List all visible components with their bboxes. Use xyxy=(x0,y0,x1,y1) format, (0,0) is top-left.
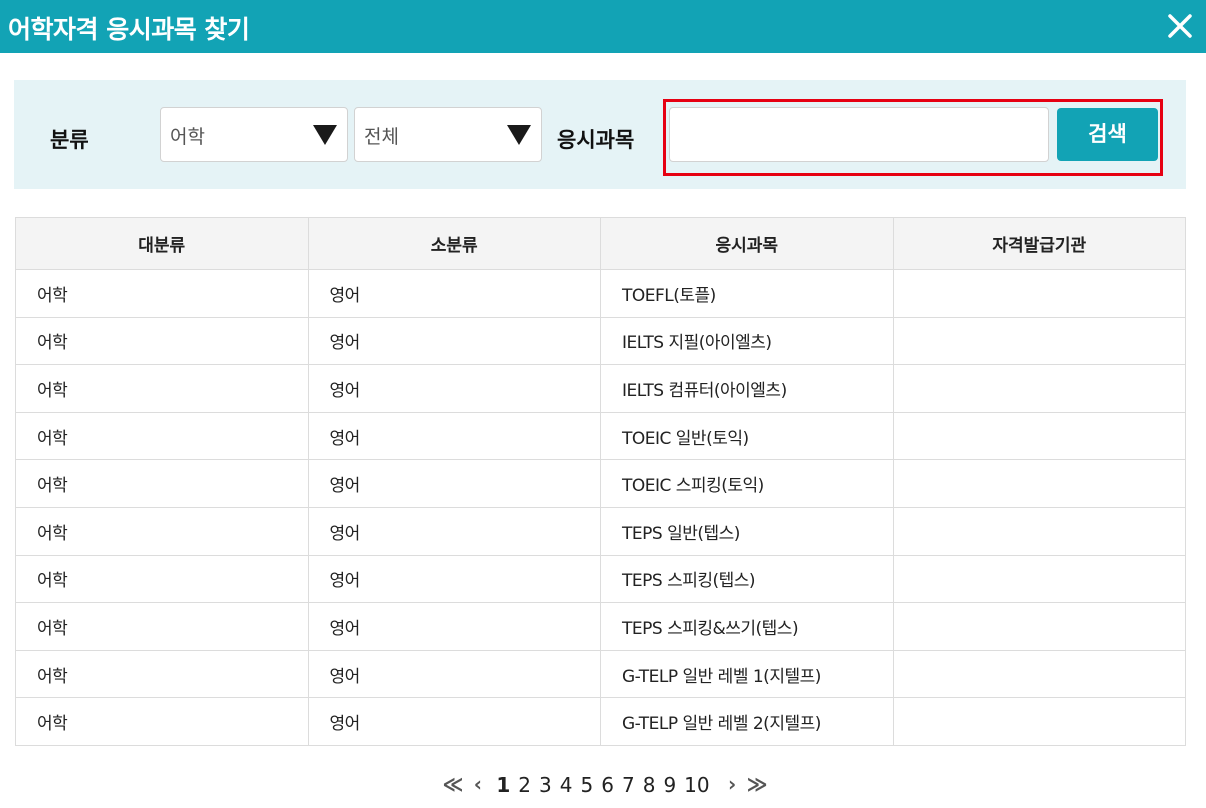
table-header-row: 대분류 소분류 응시과목 자격발급기관 xyxy=(15,217,1186,270)
cell-major-category: 어학 xyxy=(15,316,309,366)
cell-minor-category: 영어 xyxy=(307,269,601,318)
window-title: 어학자격 응시과목 찾기 xyxy=(8,15,250,44)
subcategory-select-value: 전체 xyxy=(364,126,399,148)
table-row[interactable]: 어학 영어 TEPS 스피킹&쓰기(텝스) xyxy=(15,602,1186,651)
header-subject: 응시과목 xyxy=(600,217,894,270)
cell-subject: TEPS 스피킹(텝스) xyxy=(600,554,894,604)
page-numbers: 1 2 3 4 5 6 7 8 9 10 xyxy=(492,766,713,802)
page-link-4[interactable]: 4 xyxy=(560,768,573,802)
cell-issuing-org xyxy=(892,506,1186,556)
page-link-6[interactable]: 6 xyxy=(601,768,614,802)
cell-issuing-org xyxy=(892,602,1186,651)
cell-major-category: 어학 xyxy=(15,649,309,699)
cell-issuing-org xyxy=(892,554,1186,604)
table-row[interactable]: 어학 영어 IELTS 지필(아이엘츠) xyxy=(15,316,1186,366)
cell-major-category: 어학 xyxy=(15,411,309,461)
last-page-icon[interactable]: ≫ xyxy=(747,767,768,801)
cell-subject: G-TELP 일반 레벨 1(지텔프) xyxy=(600,649,894,699)
dropdown-arrow-icon xyxy=(507,125,531,145)
first-page-icon[interactable]: ≪ xyxy=(442,767,463,801)
next-page-icon[interactable]: › xyxy=(728,767,737,801)
subcategory-select[interactable]: 전체 xyxy=(354,107,542,162)
page-link-3[interactable]: 3 xyxy=(539,768,552,802)
close-icon[interactable] xyxy=(1166,12,1194,40)
cell-minor-category: 영어 xyxy=(307,459,601,508)
page-link-5[interactable]: 5 xyxy=(581,768,594,802)
page-link-8[interactable]: 8 xyxy=(643,768,656,802)
cell-major-category: 어학 xyxy=(15,602,309,651)
cell-issuing-org xyxy=(892,649,1186,699)
page-link-7[interactable]: 7 xyxy=(622,768,635,802)
cell-minor-category: 영어 xyxy=(307,364,601,413)
page-link-10[interactable]: 10 xyxy=(684,768,709,802)
cell-minor-category: 영어 xyxy=(307,649,601,699)
title-bar: 어학자격 응시과목 찾기 xyxy=(0,0,1206,53)
table-row[interactable]: 어학 영어 TEPS 일반(텝스) xyxy=(15,506,1186,556)
cell-subject: TOEFL(토플) xyxy=(600,269,894,318)
cell-major-category: 어학 xyxy=(15,697,309,746)
cell-subject: TEPS 스피킹&쓰기(텝스) xyxy=(600,602,894,651)
prev-page-icon[interactable]: ‹ xyxy=(474,767,483,801)
dropdown-arrow-icon xyxy=(313,125,337,145)
cell-issuing-org xyxy=(892,697,1186,746)
cell-issuing-org xyxy=(892,411,1186,461)
cell-subject: TOEIC 일반(토익) xyxy=(600,411,894,461)
cell-minor-category: 영어 xyxy=(307,697,601,746)
cell-subject: IELTS 컴퓨터(아이엘츠) xyxy=(600,364,894,413)
subject-search-input[interactable] xyxy=(669,107,1049,162)
cell-issuing-org xyxy=(892,459,1186,508)
cell-major-category: 어학 xyxy=(15,364,309,413)
table-body: 어학 영어 TOEFL(토플) 어학 영어 IELTS 지필(아이엘츠) 어학 영어 IELTS… xyxy=(15,269,1186,746)
cell-minor-category: 영어 xyxy=(307,506,601,556)
table-row[interactable]: 어학 영어 TOEIC 스피킹(토익) xyxy=(15,459,1186,508)
header-issuing-org: 자격발급기관 xyxy=(892,217,1186,270)
page-link-1[interactable]: 1 xyxy=(496,768,510,802)
search-button[interactable]: 검색 xyxy=(1057,108,1158,161)
cell-major-category: 어학 xyxy=(15,269,309,318)
cell-minor-category: 영어 xyxy=(307,554,601,604)
header-major-category: 대분류 xyxy=(15,217,309,270)
table-row[interactable]: 어학 영어 TOEIC 일반(토익) xyxy=(15,411,1186,461)
page-link-9[interactable]: 9 xyxy=(663,768,676,802)
cell-issuing-org xyxy=(892,269,1186,318)
subject-label: 응시과목 xyxy=(557,128,635,152)
header-minor-category: 소분류 xyxy=(307,217,601,270)
table-row[interactable]: 어학 영어 IELTS 컴퓨터(아이엘츠) xyxy=(15,364,1186,413)
cell-minor-category: 영어 xyxy=(307,316,601,366)
table-row[interactable]: 어학 영어 TEPS 스피킹(텝스) xyxy=(15,554,1186,604)
category-label: 분류 xyxy=(50,128,89,152)
cell-minor-category: 영어 xyxy=(307,602,601,651)
cell-issuing-org xyxy=(892,364,1186,413)
cell-subject: G-TELP 일반 레벨 2(지텔프) xyxy=(600,697,894,746)
cell-subject: TEPS 일반(텝스) xyxy=(600,506,894,556)
page-link-2[interactable]: 2 xyxy=(518,768,531,802)
table-row[interactable]: 어학 영어 TOEFL(토플) xyxy=(15,269,1186,318)
cell-subject: IELTS 지필(아이엘츠) xyxy=(600,316,894,366)
cell-minor-category: 영어 xyxy=(307,411,601,461)
cell-major-category: 어학 xyxy=(15,459,309,508)
cell-major-category: 어학 xyxy=(15,554,309,604)
cell-major-category: 어학 xyxy=(15,506,309,556)
pagination: ≪ ‹ 1 2 3 4 5 6 7 8 9 10 › ≫ xyxy=(0,766,1206,800)
results-table: 대분류 소분류 응시과목 자격발급기관 어학 영어 TOEFL(토플) 어학 영어 IEL… xyxy=(15,217,1186,746)
table-row[interactable]: 어학 영어 G-TELP 일반 레벨 2(지텔프) xyxy=(15,697,1186,746)
table-row[interactable]: 어학 영어 G-TELP 일반 레벨 1(지텔프) xyxy=(15,649,1186,699)
category-select-value: 어학 xyxy=(170,126,205,148)
cell-issuing-org xyxy=(892,316,1186,366)
cell-subject: TOEIC 스피킹(토익) xyxy=(600,459,894,508)
category-select[interactable]: 어학 xyxy=(160,107,348,162)
